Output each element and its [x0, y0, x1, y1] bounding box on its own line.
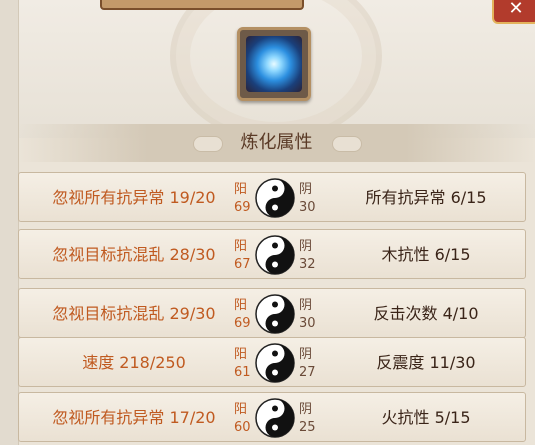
item-slot[interactable]: [237, 27, 311, 101]
yin-yang-icon: [255, 343, 295, 383]
section-header: 炼化属性: [18, 124, 535, 162]
yin-value: 30: [299, 316, 316, 331]
cloud-ornament-icon: [332, 136, 362, 152]
yang-value: 69: [234, 316, 251, 331]
yin-label: 阴: [299, 347, 313, 362]
attribute-row: 忽视所有抗异常 17/20 阳 60 阴 25 火抗性 5/15: [18, 392, 526, 442]
yin-label: 阴: [299, 298, 313, 313]
yin-yang-icon: [255, 398, 295, 438]
attribute-row: 忽视目标抗混乱 28/30 阳 67 阴 32 木抗性 6/15: [18, 229, 526, 279]
section-title: 炼化属性: [240, 132, 313, 153]
yin-label: 阴: [299, 402, 313, 417]
primary-attribute: 忽视所有抗异常 19/20: [52, 188, 216, 207]
secondary-attribute: 反击次数 4/10: [373, 304, 479, 323]
title-plaque: [100, 0, 304, 10]
primary-attribute: 忽视目标抗混乱 29/30: [52, 304, 216, 323]
primary-attribute: 忽视目标抗混乱 28/30: [52, 245, 216, 264]
yin-label: 阴: [299, 182, 313, 197]
yang-value: 67: [234, 257, 251, 272]
yang-label: 阳: [234, 182, 248, 197]
primary-attribute: 速度 218/250: [82, 353, 186, 372]
secondary-attribute: 木抗性 6/15: [381, 245, 471, 264]
yin-value: 30: [299, 200, 316, 215]
close-button[interactable]: ✕: [492, 0, 535, 24]
attribute-row: 忽视所有抗异常 19/20 阳 69 阴 30 所有抗异常 6/15: [18, 172, 526, 222]
yang-value: 61: [234, 365, 251, 380]
yin-yang-icon: [255, 294, 295, 334]
yang-label: 阳: [234, 239, 248, 254]
yin-value: 25: [299, 420, 316, 435]
secondary-attribute: 火抗性 5/15: [381, 408, 471, 427]
yin-label: 阴: [299, 239, 313, 254]
close-icon: ✕: [508, 0, 524, 19]
secondary-attribute: 所有抗异常 6/15: [365, 188, 487, 207]
primary-attribute: 忽视所有抗异常 17/20: [52, 408, 216, 427]
blue-gem-icon: [246, 36, 302, 92]
yang-label: 阳: [234, 298, 248, 313]
yang-value: 69: [234, 200, 251, 215]
yin-yang-icon: [255, 235, 295, 275]
attribute-row: 速度 218/250 阳 61 阴 27 反震度 11/30: [18, 337, 526, 387]
left-frame-strip: [0, 0, 19, 445]
secondary-attribute: 反震度 11/30: [376, 353, 476, 372]
yang-label: 阳: [234, 347, 248, 362]
yang-value: 60: [234, 420, 251, 435]
yin-yang-icon: [255, 178, 295, 218]
attribute-row: 忽视目标抗混乱 29/30 阳 69 阴 30 反击次数 4/10: [18, 288, 526, 338]
yin-value: 27: [299, 365, 316, 380]
yang-label: 阳: [234, 402, 248, 417]
yin-value: 32: [299, 257, 316, 272]
